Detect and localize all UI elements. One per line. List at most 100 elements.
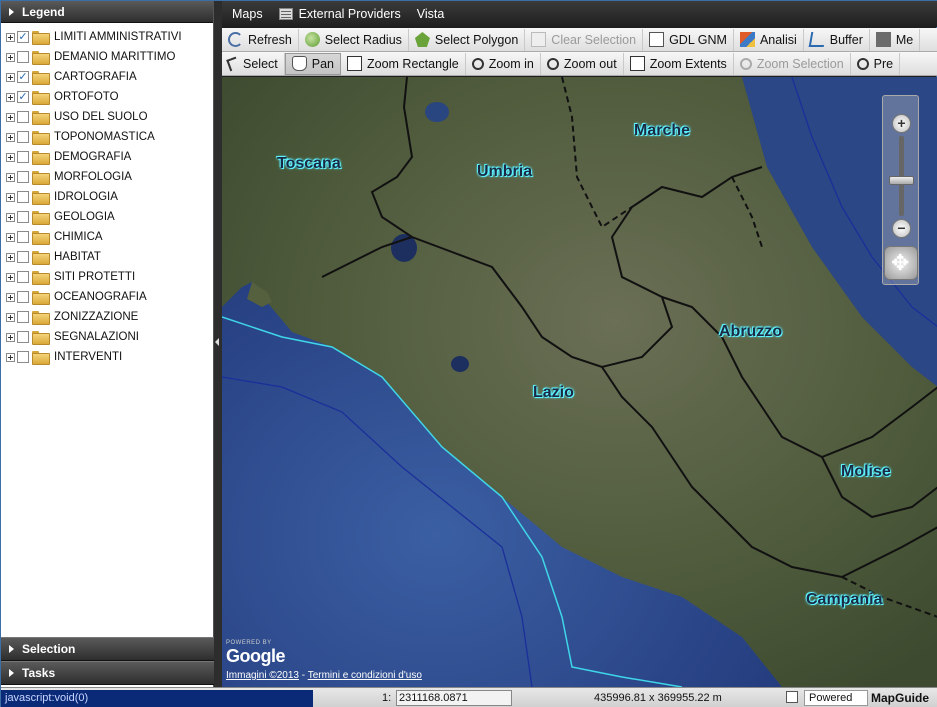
google-logo: POWERED BY Google — [226, 640, 286, 667]
layer-checkbox[interactable] — [17, 151, 29, 163]
expand-plus-icon[interactable] — [6, 232, 15, 242]
layer-checkbox[interactable] — [17, 331, 29, 343]
layer-checkbox[interactable] — [17, 291, 29, 303]
expand-plus-icon[interactable] — [6, 132, 15, 142]
zoom-rectangle-button[interactable]: Zoom Rectangle — [341, 52, 466, 75]
expand-plus-icon[interactable] — [6, 332, 15, 342]
legend-layer[interactable]: USO DEL SUOLO — [1, 107, 213, 127]
expand-plus-icon[interactable] — [6, 252, 15, 262]
zoom-out-button[interactable]: Zoom out — [541, 52, 624, 75]
select-radius-button[interactable]: Select Radius — [299, 28, 409, 51]
layer-checkbox[interactable] — [17, 51, 29, 63]
folder-icon — [32, 111, 50, 125]
expand-plus-icon[interactable] — [6, 292, 15, 302]
zoom-selection-label: Zoom Selection — [756, 56, 844, 71]
hand-icon — [291, 56, 307, 71]
refresh-button[interactable]: Refresh — [222, 28, 299, 51]
menu-external-providers[interactable]: External Providers — [278, 7, 401, 21]
page-icon[interactable] — [786, 691, 798, 703]
legend-layer[interactable]: SEGNALAZIONI — [1, 327, 213, 347]
legend-layer[interactable]: HABITAT — [1, 247, 213, 267]
selection-panel-header[interactable]: Selection — [1, 637, 214, 661]
region-label-toscana: Toscana — [277, 155, 341, 172]
refresh-label: Refresh — [248, 32, 292, 47]
legend-layer[interactable]: DEMOGRAFIA — [1, 147, 213, 167]
folder-icon — [32, 51, 50, 65]
select-tool-button[interactable]: Select — [222, 52, 285, 75]
layer-checkbox[interactable]: ✓ — [17, 31, 29, 43]
collapse-arrow-icon[interactable] — [215, 338, 219, 346]
layer-checkbox[interactable] — [17, 171, 29, 183]
layer-checkbox[interactable] — [17, 231, 29, 243]
layer-label: INTERVENTI — [54, 351, 123, 363]
layer-checkbox[interactable] — [17, 251, 29, 263]
select-polygon-button[interactable]: Select Polygon — [409, 28, 526, 51]
buffer-button[interactable]: Buffer — [804, 28, 870, 51]
layer-checkbox[interactable] — [17, 131, 29, 143]
legend-header[interactable]: Legend — [1, 1, 213, 23]
zoom-extents-button[interactable]: Zoom Extents — [624, 52, 734, 75]
zoom-slider-thumb[interactable] — [889, 176, 914, 185]
layer-checkbox[interactable] — [17, 111, 29, 123]
legend-layer[interactable]: ZONIZZAZIONE — [1, 307, 213, 327]
layer-label: CHIMICA — [54, 231, 103, 243]
legend-layer[interactable]: GEOLOGIA — [1, 207, 213, 227]
expand-plus-icon[interactable] — [6, 192, 15, 202]
legend-layer[interactable]: IDROLOGIA — [1, 187, 213, 207]
legend-layer[interactable]: SITI PROTETTI — [1, 267, 213, 287]
map-canvas[interactable]: Toscana Umbria Marche Abruzzo Lazio Moli… — [222, 77, 937, 687]
legend-layer[interactable]: ✓ LIMITI AMMINISTRATIVI — [1, 27, 213, 47]
attribution-images-link[interactable]: Immagini ©2013 — [226, 670, 299, 681]
layer-checkbox[interactable] — [17, 271, 29, 283]
pan-tool-button[interactable]: Pan — [284, 52, 341, 75]
expand-plus-icon[interactable] — [6, 152, 15, 162]
expand-plus-icon[interactable] — [6, 92, 15, 102]
attribution-terms-link[interactable]: Termini e condizioni d'uso — [308, 670, 422, 681]
zoom-in-button[interactable]: Zoom in — [466, 52, 541, 75]
legend-layer[interactable]: MORFOLOGIA — [1, 167, 213, 187]
expand-plus-icon[interactable] — [6, 112, 15, 122]
layer-label: SEGNALAZIONI — [54, 331, 139, 343]
scale-input[interactable]: 2311168.0871 — [396, 690, 512, 706]
menu-vista[interactable]: Vista — [417, 7, 445, 21]
layer-checkbox[interactable] — [17, 351, 29, 363]
layer-checkbox[interactable] — [17, 191, 29, 203]
google-wordmark: Google — [226, 646, 286, 666]
legend-layer[interactable]: ✓ ORTOFOTO — [1, 87, 213, 107]
layer-checkbox[interactable] — [17, 311, 29, 323]
legend-layer[interactable]: OCEANOGRAFIA — [1, 287, 213, 307]
status-bar: javascript:void(0) 1: 2311168.0871 43599… — [1, 687, 937, 707]
legend-title: Legend — [22, 4, 65, 19]
expand-plus-icon[interactable] — [6, 32, 15, 42]
expand-plus-icon[interactable] — [6, 272, 15, 282]
panel-splitter[interactable] — [214, 1, 222, 687]
menu-maps[interactable]: Maps — [232, 7, 263, 21]
legend-layer[interactable]: INTERVENTI — [1, 347, 213, 367]
expand-plus-icon[interactable] — [6, 312, 15, 322]
expand-plus-icon[interactable] — [6, 172, 15, 182]
zoom-selection-button[interactable]: Zoom Selection — [734, 52, 851, 75]
layer-label: HABITAT — [54, 251, 101, 263]
measure-button[interactable]: Me — [870, 28, 921, 51]
legend-layer[interactable]: DEMANIO MARITTIMO — [1, 47, 213, 67]
select-polygon-icon — [414, 32, 430, 47]
expand-plus-icon[interactable] — [6, 52, 15, 62]
expand-plus-icon[interactable] — [6, 72, 15, 82]
legend-layer[interactable]: TOPONOMASTICA — [1, 127, 213, 147]
legend-layer[interactable]: ✓ CARTOGRAFIA — [1, 67, 213, 87]
previous-view-button[interactable]: Pre — [851, 52, 901, 75]
zoom-out-icon[interactable]: − — [892, 219, 911, 238]
pan-arrows-icon[interactable] — [884, 246, 918, 280]
gdl-gnm-button[interactable]: GDL GNM — [643, 28, 734, 51]
legend-layer[interactable]: CHIMICA — [1, 227, 213, 247]
expand-plus-icon[interactable] — [6, 212, 15, 222]
zoom-in-icon[interactable]: + — [892, 114, 911, 133]
left-panel: Legend ✓ LIMITI AMMINISTRATIVI DEMANIO MAR… — [1, 1, 214, 687]
tasks-panel-header[interactable]: Tasks — [1, 661, 214, 685]
analisi-button[interactable]: Analisi — [734, 28, 804, 51]
layer-checkbox[interactable] — [17, 211, 29, 223]
clear-selection-button[interactable]: Clear Selection — [525, 28, 644, 51]
layer-checkbox[interactable]: ✓ — [17, 71, 29, 83]
expand-plus-icon[interactable] — [6, 352, 15, 362]
layer-checkbox[interactable]: ✓ — [17, 91, 29, 103]
